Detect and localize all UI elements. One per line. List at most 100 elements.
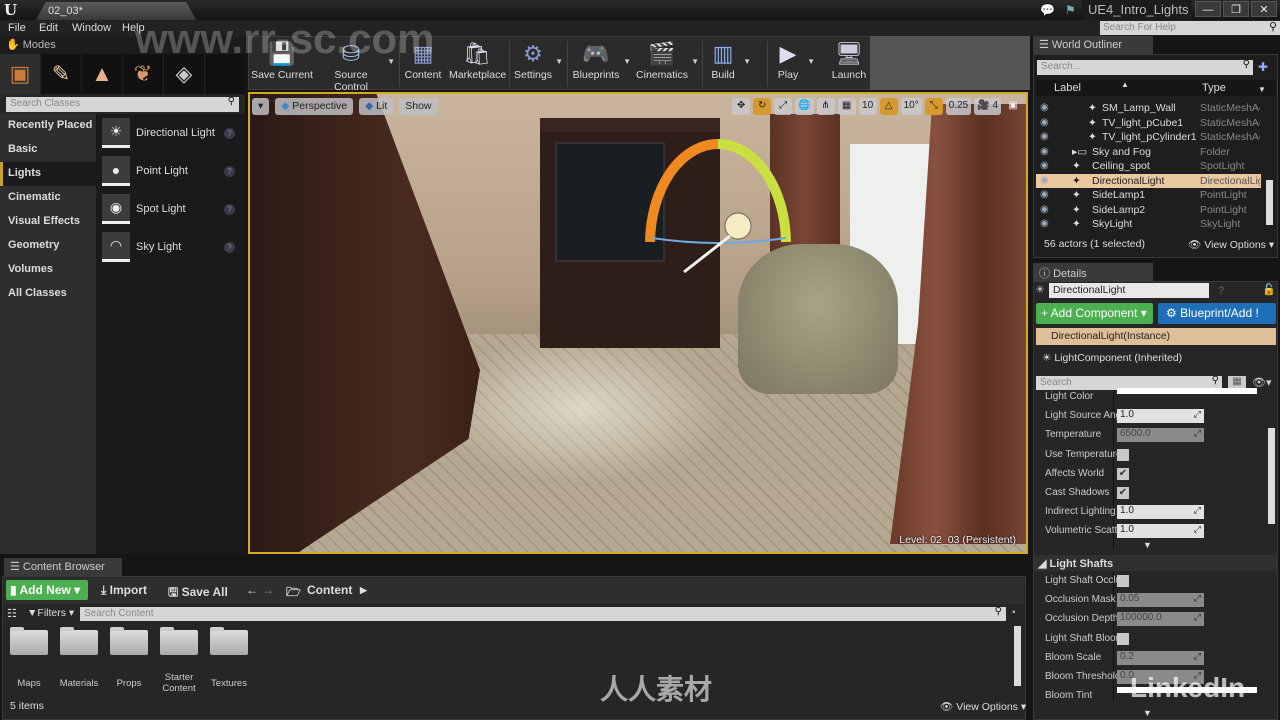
- forward-arrow-icon[interactable]: →: [262, 583, 274, 597]
- property-value-field[interactable]: 0.05 ⤢: [1117, 593, 1204, 608]
- menu-help[interactable]: Help: [122, 22, 145, 34]
- spin-drag-icon[interactable]: ⤢: [1194, 612, 1201, 623]
- geometry-edit-mode-icon[interactable]: ◈: [164, 54, 205, 94]
- content-button[interactable]: ▦ Content: [403, 39, 443, 87]
- minimize-button[interactable]: —: [1195, 1, 1221, 17]
- property-checkbox[interactable]: ✔: [1117, 487, 1129, 499]
- build-button[interactable]: ▥ Build ▼: [705, 39, 751, 87]
- launch-button[interactable]: 🖥 Launch: [829, 39, 869, 87]
- visibility-eye-icon[interactable]: ◉: [1040, 189, 1049, 200]
- help-icon[interactable]: ?: [224, 127, 235, 139]
- outliner-row[interactable]: ◉ ✦ TV_light_pCylinder1 StaticMeshAc: [1036, 130, 1261, 145]
- foliage-mode-icon[interactable]: ❦: [123, 54, 164, 94]
- outliner-row[interactable]: ◉ ✦ SideLamp2 PointLight: [1036, 203, 1261, 218]
- property-checkbox[interactable]: [1117, 448, 1129, 461]
- modes-tab[interactable]: ✋ Modes: [0, 36, 245, 54]
- menu-edit[interactable]: Edit: [39, 22, 58, 34]
- property-value-field[interactable]: 1.0 ⤢: [1117, 524, 1204, 539]
- visibility-eye-icon[interactable]: ◉: [1040, 204, 1049, 215]
- visibility-eye-icon[interactable]: ◉: [1040, 146, 1049, 157]
- document-tab[interactable]: 02_03*: [36, 2, 196, 20]
- details-tab[interactable]: ⓘ Details: [1033, 263, 1153, 281]
- add-component-button[interactable]: + Add Component ▾: [1036, 303, 1153, 324]
- dropdown-arrow-icon[interactable]: ▼: [555, 57, 563, 66]
- level-viewport[interactable]: ▾ ◆ Perspective ◆ Lit Show ✥ ↻ ⤢ 🌐 ⋔ ▦ 1…: [248, 92, 1028, 554]
- category-geometry[interactable]: Geometry: [0, 234, 96, 258]
- folder-icon[interactable]: [10, 627, 48, 655]
- property-value-field[interactable]: 1.0 ⤢: [1117, 409, 1204, 424]
- blueprint-add-button[interactable]: ⚙ Blueprint/Add !: [1158, 303, 1276, 324]
- grid-snap-value[interactable]: 10: [858, 98, 877, 115]
- property-checkbox[interactable]: [1117, 632, 1129, 645]
- category-visual-effects[interactable]: Visual Effects: [0, 210, 96, 234]
- marketplace-button[interactable]: 🛍 Marketplace: [449, 39, 506, 87]
- help-icon[interactable]: ?: [224, 203, 235, 215]
- outliner-row[interactable]: ◉ ✦ SideLamp1 PointLight: [1036, 188, 1261, 203]
- outliner-row[interactable]: ◉ ✦ DirectionalLight DirectionalLig: [1036, 173, 1261, 188]
- paint-mode-icon[interactable]: ✎: [41, 54, 82, 94]
- content-view-options[interactable]: 👁 View Options ▾: [940, 700, 1026, 713]
- light-shafts-section[interactable]: ◢ Light Shafts: [1034, 555, 1277, 571]
- folder-icon[interactable]: [210, 627, 248, 655]
- property-checkbox[interactable]: [1117, 575, 1129, 587]
- viewport-menu-dropdown[interactable]: ▾: [252, 98, 270, 115]
- grid-snap-icon[interactable]: ▦: [837, 98, 856, 115]
- outliner-search-input[interactable]: Search... ⚲: [1037, 59, 1253, 75]
- world-outliner-tab[interactable]: ☰ World Outliner: [1033, 36, 1153, 54]
- component-light-inherited[interactable]: ☀ LightComponent (Inherited): [1036, 350, 1276, 367]
- color-swatch[interactable]: [1117, 388, 1257, 394]
- property-value-field[interactable]: 0.2 ⤢: [1117, 650, 1204, 665]
- feedback-icon[interactable]: 💬: [1040, 3, 1055, 17]
- column-label[interactable]: Label: [1054, 82, 1081, 94]
- news-icon[interactable]: ⚑: [1065, 3, 1076, 17]
- path-chevron-icon[interactable]: ▶: [360, 585, 367, 596]
- back-arrow-icon[interactable]: ←: [246, 583, 258, 597]
- folder-icon[interactable]: [110, 627, 148, 655]
- visibility-eye-icon[interactable]: ◉: [1040, 160, 1049, 171]
- close-button[interactable]: ✕: [1251, 1, 1277, 17]
- help-icon[interactable]: ?: [224, 241, 235, 253]
- maximize-viewport-icon[interactable]: ▣: [1004, 98, 1022, 115]
- import-button[interactable]: ⤓ Import: [101, 583, 147, 598]
- folder-label[interactable]: Textures: [199, 678, 259, 689]
- filters-button[interactable]: ▼Filters ▾: [27, 607, 74, 619]
- content-browser-tab[interactable]: ☰ Content Browser: [4, 558, 122, 576]
- outliner-row[interactable]: ◉ ✦ SM_Lamp_Wall StaticMeshAc: [1036, 101, 1261, 116]
- property-checkbox[interactable]: ✔: [1117, 467, 1129, 480]
- settings-button[interactable]: ⚙ Settings ▼: [513, 39, 563, 87]
- lit-button[interactable]: ◆ Lit: [359, 98, 394, 115]
- category-basic[interactable]: Basic: [0, 138, 96, 162]
- menu-window[interactable]: Window: [72, 22, 111, 34]
- scale-snap-icon[interactable]: ⤡: [924, 98, 943, 115]
- visibility-eye-icon[interactable]: ◉: [1040, 218, 1049, 229]
- translate-tool-icon[interactable]: ✥: [732, 98, 751, 115]
- outliner-view-options[interactable]: 👁 View Options ▾: [1188, 238, 1274, 251]
- visibility-eye-icon[interactable]: ◉: [1040, 175, 1049, 186]
- cinematics-button[interactable]: 🎬 Cinematics ▼: [635, 39, 699, 87]
- help-icon[interactable]: ?: [1218, 285, 1224, 297]
- search-classes-input[interactable]: Search Classes ⚲: [6, 96, 239, 112]
- maximize-button[interactable]: ❐: [1223, 1, 1249, 17]
- type-dropdown-icon[interactable]: ▼: [1258, 85, 1266, 94]
- lock-icon[interactable]: 🔓: [1262, 283, 1276, 296]
- category-all-classes[interactable]: All Classes: [0, 282, 96, 306]
- spin-drag-icon[interactable]: ⤢: [1194, 524, 1201, 535]
- category-lights[interactable]: Lights: [0, 162, 96, 186]
- folder-icon[interactable]: [60, 627, 98, 655]
- add-folder-icon[interactable]: ✚: [1258, 60, 1268, 74]
- scale-snap-value[interactable]: 0.25: [945, 98, 972, 115]
- save-current-button[interactable]: 💾 Save Current: [251, 39, 313, 87]
- placeable-spot-light[interactable]: ◉ Spot Light ?: [96, 190, 245, 228]
- path-content[interactable]: Content: [307, 583, 352, 597]
- spin-drag-icon[interactable]: ⤢: [1194, 670, 1201, 681]
- outliner-row[interactable]: ◉ ✦ TV_light_pCube1 StaticMeshAc: [1036, 116, 1261, 131]
- sources-panel-icon[interactable]: ☷: [7, 607, 17, 620]
- dropdown-arrow-icon[interactable]: ▼: [691, 57, 699, 66]
- visibility-eye-icon[interactable]: ◉: [1040, 131, 1049, 142]
- menu-file[interactable]: File: [8, 22, 26, 34]
- outliner-row[interactable]: ◉ ▸▭ Sky and Fog Folder: [1036, 145, 1261, 160]
- property-value-field[interactable]: 6500.0 ⤢: [1117, 428, 1204, 443]
- category-recently-placed[interactable]: Recently Placed: [0, 114, 96, 138]
- placeable-directional-light[interactable]: ☀ Directional Light ?: [96, 114, 245, 152]
- visibility-eye-icon[interactable]: ◉: [1040, 117, 1049, 128]
